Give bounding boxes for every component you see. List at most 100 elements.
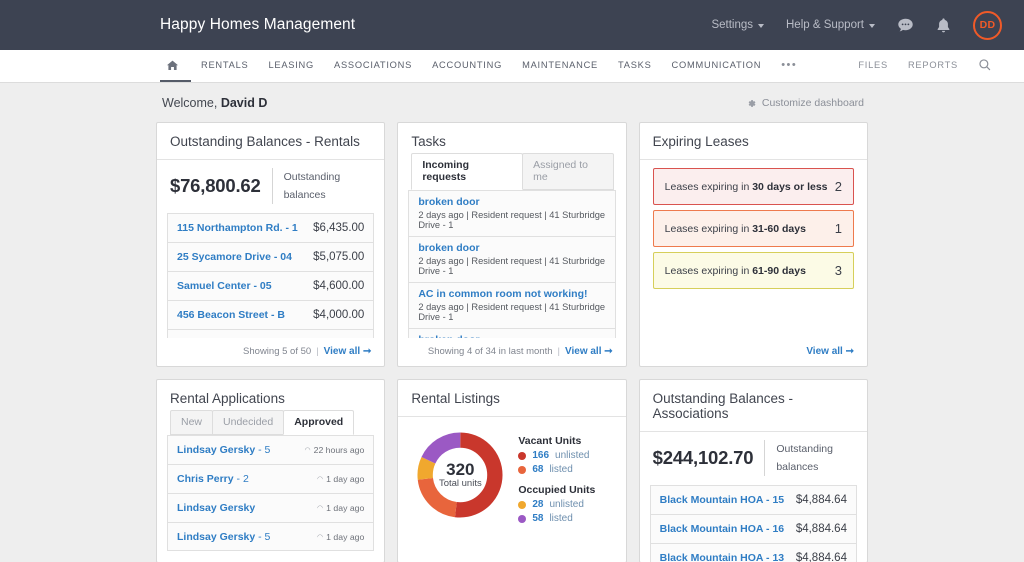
applicant-name[interactable]: Lindsay Gersky: [177, 502, 255, 514]
tab-new[interactable]: New: [170, 410, 214, 435]
applicant-unit: - 5: [255, 444, 271, 456]
card-body: 320 Total units Vacant Units 166 unliste…: [398, 417, 625, 562]
search-button[interactable]: [968, 50, 1002, 82]
applicant-time: ◠ 1 day ago: [317, 503, 364, 513]
list-item[interactable]: 115 Northampton Rd. - 1 $6,435.00: [167, 213, 375, 242]
nav-item-communication[interactable]: COMMUNICATION: [662, 50, 772, 82]
list-item-name[interactable]: 456 Beacon Street - B: [177, 309, 285, 321]
task-title[interactable]: broken door: [418, 196, 605, 208]
home-icon: [166, 60, 179, 70]
expiring-leases-list: Leases expiring in 30 days or less 2 Lea…: [650, 160, 857, 289]
balance-amount: $76,800.62: [170, 175, 261, 196]
list-item[interactable]: Lindsay Gersky - 5 ◠ 22 hours ago: [167, 435, 375, 464]
applicant-name-text: Lindsay Gersky: [177, 444, 256, 456]
applicant-time-text: 1 day ago: [326, 503, 365, 513]
lease-prefix: Leases expiring in: [664, 180, 753, 193]
lease-bucket-label: Leases expiring in 31-60 days: [665, 223, 806, 235]
task-title[interactable]: broken door: [418, 242, 605, 254]
chat-bubble-icon[interactable]: [897, 17, 914, 34]
donut-slice[interactable]: [417, 432, 503, 518]
applicant-name[interactable]: Lindsay Gersky - 5: [177, 444, 270, 456]
legend-item-occupied-listed[interactable]: 58 listed: [518, 513, 595, 524]
lease-bucket-61-90-days[interactable]: Leases expiring in 61-90 days 3: [652, 252, 854, 289]
list-item[interactable]: broken door 3 days ago | Resident reques…: [408, 328, 616, 338]
nav-item-rentals[interactable]: RENTALS: [191, 50, 258, 82]
tab-undecided[interactable]: Undecided: [212, 410, 285, 435]
settings-menu[interactable]: Settings: [711, 19, 764, 31]
list-item[interactable]: Black Mountain HOA - 13 $4,884.64: [649, 543, 857, 562]
list-item-name[interactable]: Black Mountain HOA - 16: [660, 523, 784, 535]
nav-primary-items: RENTALS LEASING ASSOCIATIONS ACCOUNTING …: [160, 50, 807, 82]
view-all-link[interactable]: View all ➞: [565, 346, 613, 357]
tab-assigned-to-me[interactable]: Assigned to me: [522, 153, 614, 190]
list-item[interactable]: Lindsay Gersky - 5 ◠ 1 day ago: [167, 522, 375, 551]
legend-item-vacant-unlisted[interactable]: 166 unlisted: [518, 450, 595, 461]
nav-secondary-items: FILES REPORTS: [848, 50, 1002, 82]
list-item-name[interactable]: 115 Northampton Rd. - 1: [177, 222, 298, 234]
view-all-link[interactable]: View all ➞: [806, 346, 854, 357]
lease-count: 2: [834, 179, 842, 194]
applicant-name[interactable]: Chris Perry - 2: [177, 473, 249, 485]
applicant-name-text: Lindsay Gersky: [177, 502, 256, 514]
list-item-name[interactable]: Samuel Center - 04: [177, 338, 272, 339]
list-item[interactable]: broken door 2 days ago | Resident reques…: [408, 190, 616, 236]
nav-overflow-menu[interactable]: •••: [771, 50, 807, 82]
balance-amount-label: Outstanding balances: [271, 168, 372, 204]
nav-item-tasks[interactable]: TASKS: [608, 50, 662, 82]
tasks-list: broken door 2 days ago | Resident reques…: [408, 190, 616, 338]
list-item[interactable]: Samuel Center - 04 $3,760.00: [167, 329, 375, 339]
tab-approved[interactable]: Approved: [283, 410, 355, 435]
view-all-link[interactable]: View all ➞: [324, 346, 372, 357]
help-support-menu[interactable]: Help & Support: [786, 19, 875, 31]
list-item[interactable]: AC in common room not working! 2 days ag…: [408, 282, 616, 328]
nav-item-files[interactable]: FILES: [848, 50, 898, 82]
card-title: Outstanding Balances - Associations: [639, 380, 867, 432]
list-item[interactable]: 456 Beacon Street - B $4,000.00: [167, 300, 375, 329]
legend-item-vacant-listed[interactable]: 68 listed: [518, 464, 595, 475]
donut-chart: 320 Total units: [414, 429, 506, 521]
legend-swatch: [518, 500, 527, 509]
header-actions: Settings Help & Support DD: [711, 10, 1002, 40]
list-item[interactable]: Black Mountain HOA - 16 $4,884.64: [649, 514, 857, 543]
list-item[interactable]: Samuel Center - 05 $4,600.00: [167, 271, 375, 300]
top-header-bar: Happy Homes Management Settings Help & S…: [0, 0, 1024, 50]
task-title[interactable]: AC in common room not working!: [418, 288, 605, 300]
lease-prefix: Leases expiring in: [664, 264, 753, 277]
app-brand-title: Happy Homes Management: [160, 16, 356, 33]
nav-item-home[interactable]: [160, 50, 191, 82]
list-item-value: $4,884.64: [795, 552, 847, 562]
nav-item-reports[interactable]: REPORTS: [898, 50, 968, 82]
nav-item-accounting[interactable]: ACCOUNTING: [422, 50, 512, 82]
applicant-time-text: 22 hours ago: [313, 445, 365, 455]
list-item[interactable]: Lindsay Gersky ◠ 1 day ago: [167, 493, 375, 522]
applicant-name[interactable]: Lindsay Gersky - 5: [177, 531, 270, 543]
lease-count: 1: [834, 221, 842, 236]
lease-bucket-30-days[interactable]: Leases expiring in 30 days or less 2: [652, 168, 854, 205]
dashboard-page: Welcome, David D Customize dashboard Out…: [0, 83, 1024, 562]
list-item[interactable]: 25 Sycamore Drive - 04 $5,075.00: [167, 242, 375, 271]
list-item-name[interactable]: 25 Sycamore Drive - 04: [177, 251, 292, 263]
nav-item-maintenance[interactable]: MAINTENANCE: [512, 50, 608, 82]
applicant-name-text: Chris Perry: [177, 473, 234, 485]
list-item[interactable]: Chris Perry - 2 ◠ 1 day ago: [167, 464, 375, 493]
legend-value: 166: [532, 450, 550, 461]
tab-incoming-requests[interactable]: Incoming requests: [411, 153, 524, 190]
avatar[interactable]: DD: [973, 10, 1002, 40]
task-title[interactable]: broken door: [418, 334, 605, 338]
legend-item-occupied-unlisted[interactable]: 28 unlisted: [518, 499, 595, 510]
nav-item-leasing[interactable]: LEASING: [258, 50, 324, 82]
bell-icon[interactable]: [936, 17, 951, 34]
applicant-unit: - 5: [255, 530, 271, 543]
nav-item-associations[interactable]: ASSOCIATIONS: [324, 50, 422, 82]
applicant-time-text: 1 day ago: [326, 531, 365, 542]
footer-separator: |: [316, 346, 319, 357]
lease-bucket-31-60-days[interactable]: Leases expiring in 31-60 days 1: [652, 210, 854, 247]
list-item-name[interactable]: Black Mountain HOA - 15: [660, 494, 784, 506]
main-navigation: RENTALS LEASING ASSOCIATIONS ACCOUNTING …: [0, 50, 1024, 83]
lease-range: 61-90 days: [752, 264, 806, 277]
list-item-name[interactable]: Samuel Center - 05: [177, 280, 272, 292]
list-item-name[interactable]: Black Mountain HOA - 13: [660, 552, 784, 562]
list-item[interactable]: broken door 2 days ago | Resident reques…: [408, 236, 616, 282]
list-item[interactable]: Black Mountain HOA - 15 $4,884.64: [649, 485, 857, 514]
customize-dashboard-button[interactable]: Customize dashboard: [746, 97, 864, 109]
